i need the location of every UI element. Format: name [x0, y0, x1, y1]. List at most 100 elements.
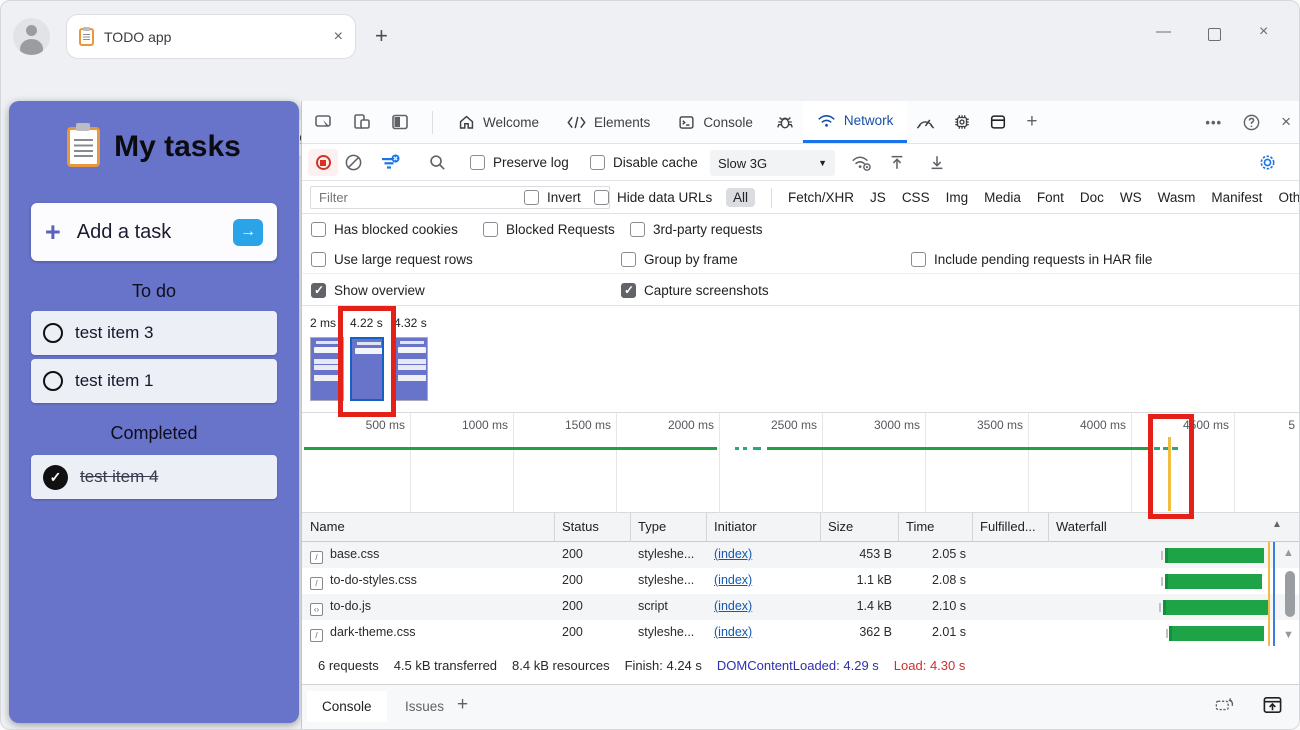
- unchecked-circle-icon[interactable]: [43, 323, 63, 343]
- capture-screenshots-option[interactable]: Capture screenshots: [621, 274, 769, 306]
- tab-console[interactable]: Console: [664, 101, 767, 143]
- drawer-add-tab-button[interactable]: +: [457, 694, 468, 716]
- capture-screenshots-checkbox[interactable]: [621, 283, 636, 298]
- devtools-close-button[interactable]: ×: [1281, 112, 1291, 132]
- tab-application[interactable]: [980, 101, 1016, 143]
- help-icon[interactable]: [1242, 113, 1261, 132]
- request-row[interactable]: ‹›to-do.js 200 script (index) 1.4 kB 2.1…: [302, 594, 1300, 620]
- network-filter-row: Invert Hide data URLs All Fetch/XHR JS C…: [302, 181, 1300, 214]
- export-har-button[interactable]: [928, 144, 946, 181]
- tab-network[interactable]: Network: [803, 101, 908, 143]
- column-status[interactable]: Status: [562, 519, 599, 534]
- checked-circle-icon[interactable]: ✓: [43, 465, 68, 490]
- filter-chip[interactable]: WS: [1120, 190, 1142, 205]
- column-time[interactable]: Time: [906, 519, 934, 534]
- filter-button[interactable]: [380, 144, 400, 181]
- filter-chip-all[interactable]: All: [726, 188, 755, 207]
- finish-time: Finish: 4.24 s: [625, 658, 702, 673]
- profile-avatar[interactable]: [13, 18, 50, 55]
- tab-issues[interactable]: [767, 101, 803, 143]
- request-row[interactable]: /dark-theme.css 200 styleshe... (index) …: [302, 620, 1300, 646]
- expand-panel-icon[interactable]: [1262, 695, 1283, 715]
- disable-cache-option[interactable]: Disable cache: [590, 144, 698, 181]
- disable-cache-checkbox[interactable]: [590, 155, 605, 170]
- filter-chip[interactable]: Fetch/XHR: [788, 190, 854, 205]
- unchecked-circle-icon[interactable]: [43, 371, 63, 391]
- initiator-link[interactable]: (index): [714, 625, 752, 639]
- network-settings-button[interactable]: [1257, 144, 1278, 181]
- filter-chip[interactable]: Manifest: [1211, 190, 1262, 205]
- show-overview-checkbox[interactable]: [311, 283, 326, 298]
- bug-icon: [776, 113, 794, 131]
- drawer-tab-console[interactable]: Console: [307, 691, 387, 722]
- browser-tab[interactable]: TODO app ×: [66, 14, 356, 59]
- waterfall-dcl-line: [1273, 542, 1275, 646]
- scrollbar-up-icon[interactable]: ▲: [1283, 547, 1294, 559]
- initiator-link[interactable]: (index): [714, 547, 752, 561]
- tab-elements[interactable]: Elements: [553, 101, 664, 143]
- request-row[interactable]: /to-do-styles.css 200 styleshe... (index…: [302, 568, 1300, 594]
- tab-memory[interactable]: [944, 101, 980, 143]
- hide-data-urls-option[interactable]: Hide data URLs: [594, 181, 712, 214]
- show-overview-option[interactable]: Show overview: [311, 274, 425, 306]
- column-fulfilled[interactable]: Fulfilled...: [980, 519, 1036, 534]
- add-task-field[interactable]: + Add a task →: [31, 203, 277, 261]
- filter-chip[interactable]: Img: [946, 190, 969, 205]
- include-pending-option[interactable]: Include pending requests in HAR file: [911, 244, 1152, 274]
- screenshot-thumbnail[interactable]: [394, 337, 428, 401]
- record-network-log-button[interactable]: [308, 149, 338, 176]
- device-posture-icon[interactable]: [1214, 695, 1236, 715]
- large-request-rows-option[interactable]: Use large request rows: [311, 244, 473, 274]
- has-blocked-cookies-option[interactable]: Has blocked cookies: [311, 214, 458, 244]
- new-tab-button[interactable]: +: [375, 23, 388, 49]
- initiator-link[interactable]: (index): [714, 573, 752, 587]
- column-initiator[interactable]: Initiator: [714, 519, 757, 534]
- maximize-button[interactable]: [1208, 28, 1221, 41]
- hide-data-urls-checkbox[interactable]: [594, 190, 609, 205]
- column-waterfall[interactable]: Waterfall: [1056, 519, 1107, 534]
- task-item[interactable]: test item 3: [31, 311, 277, 355]
- filter-chip[interactable]: CSS: [902, 190, 930, 205]
- preserve-log-checkbox[interactable]: [470, 155, 485, 170]
- tab-welcome[interactable]: Welcome: [444, 101, 553, 143]
- filter-chip[interactable]: JS: [870, 190, 886, 205]
- minimize-button[interactable]: —: [1156, 23, 1171, 40]
- preserve-log-option[interactable]: Preserve log: [470, 144, 569, 181]
- tab-performance[interactable]: [907, 101, 944, 143]
- scrollbar-thumb[interactable]: [1285, 571, 1295, 617]
- drawer-tab-issues[interactable]: Issues: [390, 691, 459, 722]
- column-size[interactable]: Size: [828, 519, 853, 534]
- throttling-select[interactable]: Slow 3G ▼: [710, 150, 835, 176]
- clear-network-log-button[interactable]: [344, 144, 363, 181]
- column-type[interactable]: Type: [638, 519, 666, 534]
- window-close-button[interactable]: ×: [1259, 23, 1268, 41]
- import-har-button[interactable]: [888, 144, 906, 181]
- tab-close-icon[interactable]: ×: [334, 28, 343, 46]
- scrollbar-down-icon[interactable]: ▼: [1283, 629, 1294, 641]
- filter-chip[interactable]: Font: [1037, 190, 1064, 205]
- invert-option[interactable]: Invert: [524, 181, 581, 214]
- inspect-element-icon[interactable]: [314, 112, 334, 132]
- blocked-requests-option[interactable]: Blocked Requests: [483, 214, 615, 244]
- filmstrip-frame[interactable]: 4.32 s: [394, 316, 434, 401]
- network-conditions-button[interactable]: [850, 144, 872, 181]
- invert-checkbox[interactable]: [524, 190, 539, 205]
- filter-chip[interactable]: Doc: [1080, 190, 1104, 205]
- more-tabs-button[interactable]: +: [1016, 101, 1047, 143]
- devtools-menu-button[interactable]: •••: [1205, 115, 1222, 130]
- task-item[interactable]: test item 1: [31, 359, 277, 403]
- third-party-requests-option[interactable]: 3rd-party requests: [630, 214, 763, 244]
- device-emulation-icon[interactable]: [352, 112, 372, 132]
- filter-chip[interactable]: Media: [984, 190, 1021, 205]
- filter-chip[interactable]: Wasm: [1158, 190, 1196, 205]
- group-by-frame-option[interactable]: Group by frame: [621, 244, 738, 274]
- task-item-completed[interactable]: ✓ test item 4: [31, 455, 277, 499]
- column-name[interactable]: Name: [310, 519, 345, 534]
- search-button[interactable]: [428, 144, 447, 181]
- sort-arrow-icon[interactable]: ▲: [1272, 519, 1282, 530]
- request-row[interactable]: /base.css 200 styleshe... (index) 453 B …: [302, 542, 1300, 568]
- filter-chip[interactable]: Other: [1278, 190, 1300, 205]
- dock-side-icon[interactable]: [390, 112, 410, 132]
- submit-task-button[interactable]: →: [233, 219, 263, 246]
- initiator-link[interactable]: (index): [714, 599, 752, 613]
